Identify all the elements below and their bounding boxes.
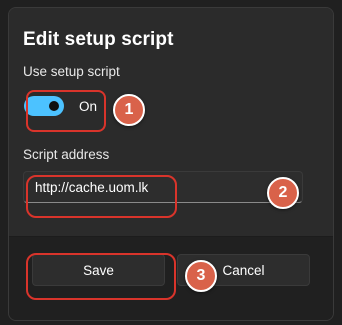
step-marker-3: 3 xyxy=(185,260,217,292)
save-button[interactable]: Save xyxy=(32,254,165,286)
step-marker-2: 2 xyxy=(267,177,299,209)
script-address-label: Script address xyxy=(23,147,110,162)
use-setup-script-toggle[interactable]: On xyxy=(24,96,97,116)
dialog-title: Edit setup script xyxy=(23,29,174,50)
toggle-knob xyxy=(49,101,59,111)
toggle-switch[interactable] xyxy=(24,96,64,116)
step-marker-1: 1 xyxy=(113,94,145,126)
toggle-state-label: On xyxy=(79,98,98,114)
use-setup-script-label: Use setup script xyxy=(23,64,120,79)
script-address-input[interactable] xyxy=(23,171,303,203)
